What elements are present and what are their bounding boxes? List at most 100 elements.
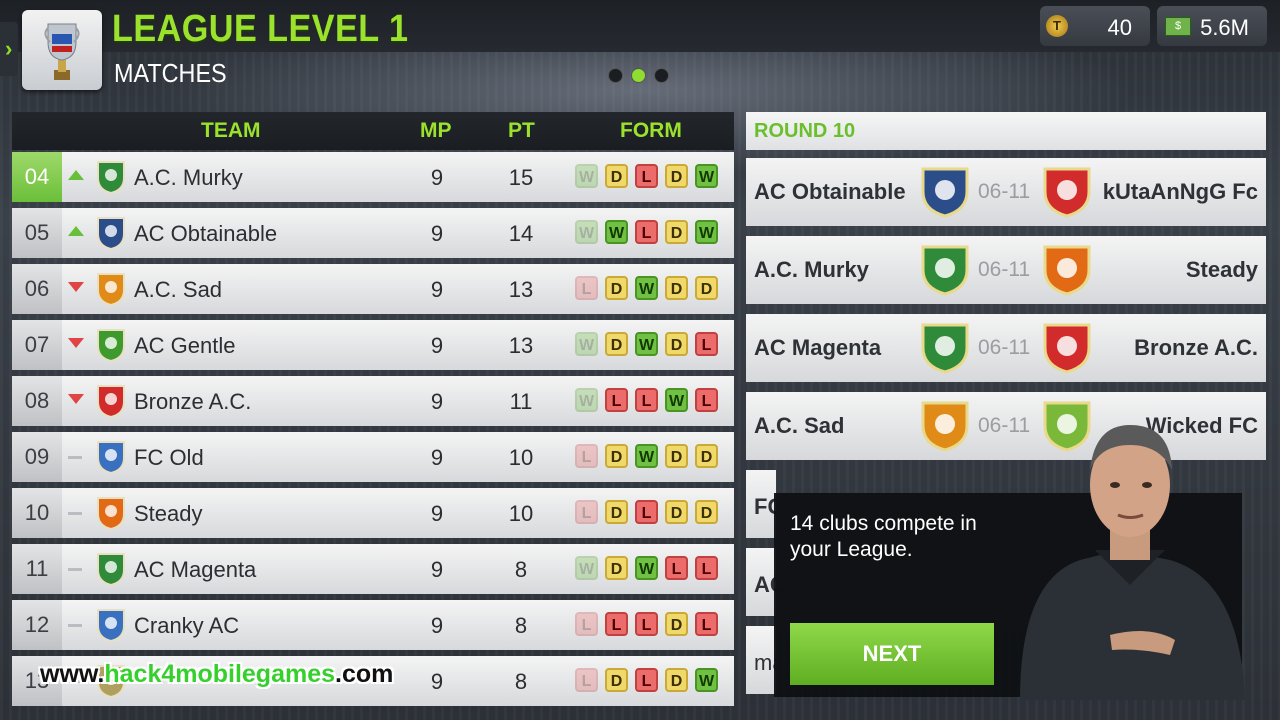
matches-played: 9 bbox=[430, 165, 444, 190]
table-row[interactable]: 08 Bronze A.C. 9 11 W L L W L bbox=[12, 376, 734, 426]
match-row[interactable]: AC Magenta 06-11 Bronze A.C. bbox=[746, 314, 1266, 382]
form-result-badge: L bbox=[695, 332, 718, 356]
form-result-badge: L bbox=[635, 612, 658, 636]
form-result-badge: W bbox=[605, 220, 628, 244]
next-button[interactable]: NEXT bbox=[790, 623, 994, 685]
form-result-badge: W bbox=[575, 556, 598, 580]
column-header-team: TEAM bbox=[201, 119, 261, 142]
trend-down-icon bbox=[68, 282, 84, 292]
form-result-badge: W bbox=[635, 444, 658, 468]
trend-same-icon bbox=[68, 512, 82, 515]
club-crest-icon bbox=[97, 273, 125, 306]
form-result-badge: W bbox=[635, 276, 658, 300]
token-count: 40 bbox=[1107, 15, 1132, 40]
home-crest-icon bbox=[921, 245, 969, 296]
chevron-right-icon: › bbox=[5, 36, 13, 61]
trend-same-icon bbox=[68, 456, 82, 459]
round-title: ROUND 10 bbox=[754, 120, 856, 142]
rank: 04 bbox=[12, 152, 62, 202]
form-result-badge: L bbox=[605, 388, 628, 412]
form-result-badge: L bbox=[635, 388, 658, 412]
form-result-badge: L bbox=[575, 668, 598, 692]
rank: 06 bbox=[12, 264, 62, 314]
table-row[interactable]: 05 AC Obtainable 9 14 W W L D W bbox=[12, 208, 734, 258]
rank: 09 bbox=[12, 432, 62, 482]
form-result-badge: L bbox=[635, 500, 658, 524]
form-result-badge: W bbox=[575, 220, 598, 244]
token-balance[interactable]: T 40 bbox=[1040, 6, 1150, 46]
form-result-badge: D bbox=[605, 668, 628, 692]
table-row[interactable]: 10 Steady 9 10 L D L D D bbox=[12, 488, 734, 538]
team-name: AC Gentle bbox=[134, 333, 236, 358]
column-header-pt: PT bbox=[508, 119, 535, 142]
form-result-badge: D bbox=[665, 276, 688, 300]
page-dot[interactable] bbox=[608, 68, 623, 83]
team-name: AC Magenta bbox=[134, 557, 257, 582]
form-guide: LDWDD bbox=[575, 444, 725, 468]
match-row[interactable]: AC Obtainable 06-11 kUtaAnNgG Fc bbox=[746, 158, 1266, 226]
table-row[interactable]: 06 A.C. Sad 9 13 L D W D D bbox=[12, 264, 734, 314]
club-crest-icon bbox=[97, 217, 125, 250]
away-team: Steady bbox=[1185, 257, 1258, 282]
column-header-form: FORM bbox=[620, 119, 682, 142]
home-team: A.C. Murky bbox=[754, 257, 869, 282]
page-dot-active[interactable] bbox=[631, 68, 646, 83]
column-header-mp: MP bbox=[420, 119, 452, 142]
match-row-partial[interactable]: AC bbox=[746, 548, 786, 616]
form-result-badge: L bbox=[575, 500, 598, 524]
home-crest-icon bbox=[921, 401, 969, 452]
club-crest-icon bbox=[97, 609, 125, 642]
form-result-badge: L bbox=[635, 220, 658, 244]
match-row-partial[interactable]: FC bbox=[746, 470, 783, 538]
trend-same-icon bbox=[68, 568, 82, 571]
cash-amount: 5.6M bbox=[1200, 15, 1249, 40]
form-result-badge: D bbox=[665, 164, 688, 188]
watermark: www.hack4mobilegames.com bbox=[40, 660, 393, 689]
match-row[interactable]: A.C. Murky 06-11 Steady bbox=[746, 236, 1266, 304]
match-row-partial[interactable]: ma bbox=[746, 626, 785, 694]
watermark-prefix: www. bbox=[40, 660, 105, 688]
form-result-badge: W bbox=[635, 332, 658, 356]
club-crest-icon bbox=[97, 441, 125, 474]
matches-played: 9 bbox=[430, 389, 444, 414]
form-guide: LDLDW bbox=[575, 668, 725, 692]
matches-played: 9 bbox=[430, 333, 444, 358]
league-trophy-badge bbox=[22, 10, 102, 90]
form-result-badge: W bbox=[695, 220, 718, 244]
points: 14 bbox=[508, 221, 534, 246]
page-title: LEAGUE LEVEL 1 bbox=[112, 8, 409, 50]
table-row[interactable]: 12 Cranky AC 9 8 L L L D L bbox=[12, 600, 734, 650]
points: 10 bbox=[508, 445, 534, 470]
round-header: ROUND 10 bbox=[746, 112, 1266, 150]
side-menu-toggle[interactable]: › bbox=[0, 22, 18, 76]
rank: 05 bbox=[12, 208, 62, 258]
manager-portrait bbox=[1020, 425, 1245, 700]
tip-text: 14 clubs compete in your League. bbox=[790, 512, 977, 561]
points: 15 bbox=[508, 165, 534, 190]
page-dot[interactable] bbox=[654, 68, 669, 83]
rank: 11 bbox=[12, 544, 62, 594]
form-result-badge: D bbox=[665, 220, 688, 244]
form-guide: WDWLL bbox=[575, 556, 725, 580]
matches-played: 9 bbox=[430, 613, 444, 638]
team-name: A.C. Murky bbox=[134, 165, 243, 190]
cash-balance[interactable]: $ 5.6M bbox=[1157, 6, 1267, 46]
form-guide: WDWDL bbox=[575, 332, 725, 356]
matches-played: 9 bbox=[430, 669, 444, 694]
rank: 10 bbox=[12, 488, 62, 538]
cash-icon: $ bbox=[1165, 17, 1191, 36]
match-date: 06-11 bbox=[978, 180, 1031, 203]
table-header: TEAM MP PT FORM bbox=[12, 112, 734, 150]
table-row[interactable]: 11 AC Magenta 9 8 W D W L L bbox=[12, 544, 734, 594]
trend-down-icon bbox=[68, 394, 84, 404]
form-result-badge: D bbox=[605, 444, 628, 468]
points: 13 bbox=[508, 277, 534, 302]
form-guide: WWLDW bbox=[575, 220, 725, 244]
table-row[interactable]: 09 FC Old 9 10 L D W D D bbox=[12, 432, 734, 482]
table-row[interactable]: 07 AC Gentle 9 13 W D W D L bbox=[12, 320, 734, 370]
trend-down-icon bbox=[68, 338, 84, 348]
home-team: AC Obtainable bbox=[754, 179, 906, 204]
table-row[interactable]: 04 A.C. Murky 9 15 W D L D W bbox=[12, 152, 734, 202]
club-crest-icon bbox=[97, 553, 125, 586]
home-team: A.C. Sad bbox=[754, 413, 845, 438]
